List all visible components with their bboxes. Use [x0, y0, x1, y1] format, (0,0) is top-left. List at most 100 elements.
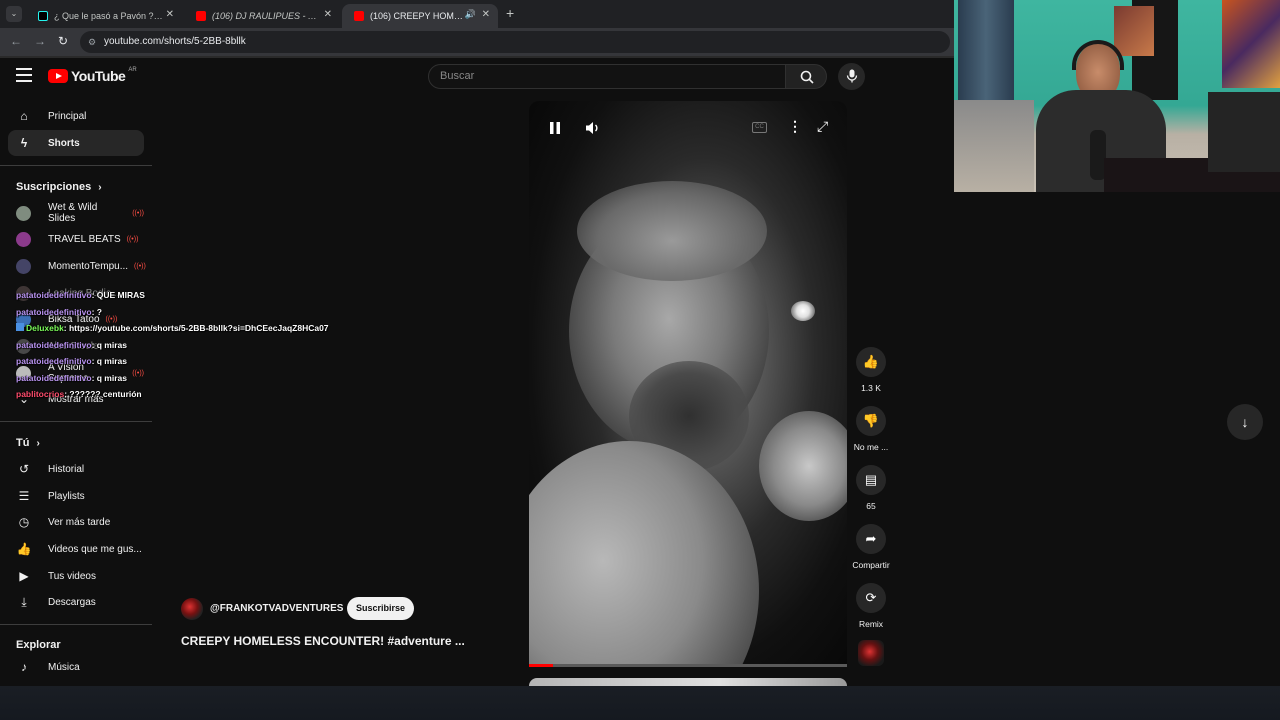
chat-message: patatoidedefinitivo: QUE MIRAS — [16, 290, 145, 300]
browser-tab-strip: ⌄ ¿ Que le pasó a Pavón ? #davoo ✕ (106)… — [0, 0, 954, 28]
sidebar-item-playlists[interactable]: ☰ Playlists — [8, 483, 144, 509]
menu-icon[interactable] — [16, 68, 32, 84]
chat-message: patatoidedefinitivo: q miras — [16, 373, 127, 383]
chrome-divider — [0, 56, 954, 58]
video-frame-cap — [577, 181, 767, 281]
video-frame-light — [791, 301, 815, 321]
sidebar-divider — [0, 624, 152, 625]
arrow-down-icon: ↓ — [1241, 414, 1249, 430]
video-frame-body — [529, 441, 759, 666]
voice-search-button[interactable] — [838, 63, 865, 90]
search-icon — [800, 70, 814, 84]
search-button[interactable] — [785, 64, 827, 89]
youtube-logo[interactable]: YouTube AR — [48, 67, 137, 84]
channel-avatar[interactable] — [181, 598, 203, 620]
browser-tab-3[interactable]: (106) CREEPY HOMELESS EN 🔊 ✕ — [342, 4, 498, 28]
video-progress-track[interactable] — [529, 664, 847, 667]
close-tab-icon[interactable]: ✕ — [324, 9, 332, 20]
live-icon: ((•)) — [132, 209, 144, 217]
chat-message: pablitocrios: ?????? centurión — [16, 389, 142, 399]
webcam-curtain — [958, 0, 1014, 110]
youtube-favicon-icon — [354, 11, 364, 21]
youtube-play-icon — [48, 69, 68, 83]
sidebar-sub-momentotempu[interactable]: MomentoTempu... ((•)) — [8, 253, 146, 279]
search-input[interactable]: Buscar — [428, 64, 786, 89]
sidebar-item-principal[interactable]: ⌂ Principal — [8, 103, 144, 129]
dislike-button[interactable]: 👎 No me ... — [851, 406, 891, 452]
new-tab-button[interactable]: + — [506, 5, 514, 21]
webcam-poster — [1222, 0, 1280, 88]
avatar — [16, 258, 31, 274]
more-options-icon[interactable]: ⋮ — [788, 118, 802, 135]
webcam-overlay — [954, 0, 1280, 192]
thumb-up-icon: 👍 — [856, 347, 886, 377]
tab-search-button[interactable]: ⌄ — [6, 6, 22, 22]
reload-icon[interactable]: ↻ — [58, 34, 68, 48]
playlist-icon: ☰ — [18, 489, 30, 503]
sidebar-item-historial[interactable]: ↺ Historial — [8, 456, 144, 482]
comment-icon: ▤ — [856, 465, 886, 495]
video-frame-hand — [759, 411, 847, 521]
sidebar-item-shorts[interactable]: ϟ Shorts — [8, 130, 144, 156]
music-icon: ♪ — [21, 660, 27, 674]
history-icon: ↺ — [18, 462, 30, 476]
sound-avatar[interactable] — [858, 640, 884, 666]
shorts-video-player[interactable]: CC ⋮ ⤢ — [529, 101, 847, 666]
tiktok-favicon-icon — [38, 11, 48, 21]
close-tab-icon[interactable]: ✕ — [166, 9, 174, 20]
captions-icon[interactable]: CC — [752, 122, 767, 133]
audio-playing-icon[interactable]: 🔊 — [465, 9, 476, 20]
youtube-favicon-icon — [196, 11, 206, 21]
video-progress-fill — [529, 664, 553, 667]
avatar — [16, 231, 31, 247]
sidebar-divider — [0, 165, 152, 166]
subscribe-button[interactable]: Suscribirse — [347, 597, 414, 620]
sidebar-item-musica[interactable]: ♪ Música — [8, 654, 144, 680]
volume-icon[interactable] — [585, 121, 601, 135]
download-icon: ⤓ — [21, 594, 27, 609]
live-icon: ((•)) — [126, 235, 139, 243]
share-button[interactable]: ➦ Compartir — [851, 524, 891, 570]
browser-tab-1[interactable]: ¿ Que le pasó a Pavón ? #davoo ✕ — [26, 4, 182, 28]
you-heading[interactable]: Tú › — [16, 437, 40, 449]
video-title[interactable]: CREEPY HOMELESS ENCOUNTER! #adventure ..… — [181, 634, 465, 648]
avatar — [16, 205, 31, 221]
close-tab-icon[interactable]: ✕ — [482, 9, 490, 20]
fullscreen-icon[interactable]: ⤢ — [817, 118, 828, 135]
subscriptions-heading[interactable]: Suscripciones › — [16, 181, 102, 193]
channel-name[interactable]: @FRANKOTVADVENTURES — [210, 603, 343, 614]
chat-message: patatoidedefinitivo: q miras — [16, 356, 127, 366]
url-field[interactable]: ⚙ youtube.com/shorts/5-2BB-8bllk — [80, 31, 950, 53]
home-icon: ⌂ — [20, 109, 28, 123]
live-icon: ((•)) — [134, 262, 146, 270]
share-icon: ➦ — [856, 524, 886, 554]
chat-message: patatoidedefinitivo: ? — [16, 307, 102, 317]
os-taskbar — [0, 686, 1280, 720]
sidebar-sub-travel-beats[interactable]: TRAVEL BEATS ((•)) — [8, 226, 144, 252]
live-icon: ((•)) — [132, 369, 144, 377]
sidebar-item-tus-videos[interactable]: ▶ Tus videos — [8, 563, 144, 589]
forward-arrow-icon[interactable]: → — [34, 34, 46, 48]
comments-button[interactable]: ▤ 65 — [851, 465, 891, 511]
address-bar-row: ← → ↻ ⚙ youtube.com/shorts/5-2BB-8bllk — [0, 28, 954, 56]
shorts-icon: ϟ — [20, 136, 28, 150]
sidebar-item-liked-videos[interactable]: 👍 Videos que me gus... — [8, 536, 144, 562]
chat-message: patatoidedefinitivo: q miras — [16, 340, 127, 350]
pause-icon[interactable] — [549, 121, 561, 135]
video-icon: ▶ — [19, 569, 29, 583]
sidebar-divider — [0, 421, 152, 422]
remix-icon: ⟳ — [856, 583, 886, 613]
browser-tab-2[interactable]: (106) DJ RAULIPUES - ANALOG ✕ — [184, 4, 340, 28]
next-video-button[interactable]: ↓ — [1227, 404, 1263, 440]
sidebar-item-ver-mas-tarde[interactable]: ◷ Ver más tarde — [8, 509, 144, 535]
webcam-wall-shelf — [954, 100, 1034, 192]
sidebar-item-descargas[interactable]: ⤓ Descargas — [8, 589, 144, 615]
remix-button[interactable]: ⟳ Remix — [851, 583, 891, 629]
webcam-poster — [1114, 6, 1154, 56]
back-arrow-icon[interactable]: ← — [10, 34, 22, 48]
like-button[interactable]: 👍 1.3 K — [851, 347, 891, 393]
site-info-icon[interactable]: ⚙ — [88, 31, 96, 53]
badge-icon — [16, 323, 24, 331]
thumb-up-icon: 👍 — [16, 542, 32, 556]
sidebar-sub-wet-wild-slides[interactable]: Wet & Wild Slides ((•)) — [8, 200, 144, 226]
